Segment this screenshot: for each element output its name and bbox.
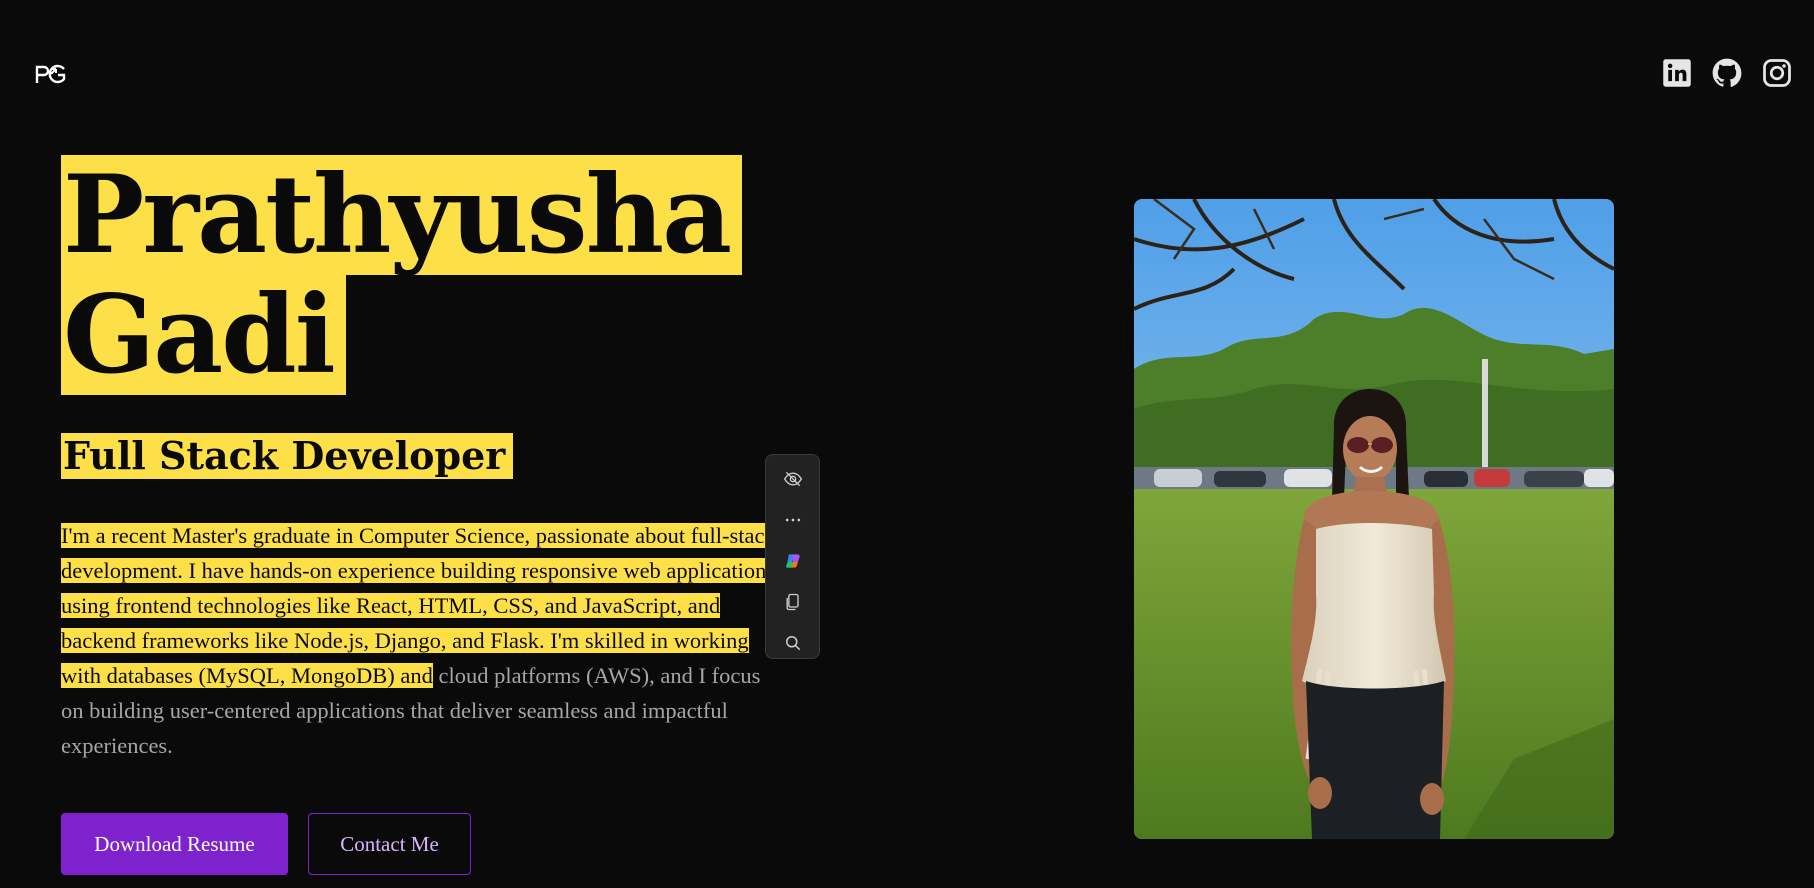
search-button[interactable] (779, 629, 807, 657)
instagram-link[interactable] (1761, 57, 1793, 89)
copilot-icon (783, 551, 803, 571)
logo-mark (35, 64, 66, 84)
selection-toolbar (765, 454, 820, 659)
more-options-button[interactable] (779, 506, 807, 534)
more-icon (783, 510, 803, 530)
search-icon (783, 633, 803, 653)
copilot-button[interactable] (779, 547, 807, 575)
cta-buttons: Download Resume Contact Me (61, 813, 471, 875)
last-name: Gadi (61, 275, 346, 395)
hide-toolbar-button[interactable] (779, 465, 807, 493)
instagram-icon (1762, 58, 1792, 88)
linkedin-link[interactable] (1661, 57, 1693, 89)
copy-icon (783, 592, 803, 612)
contact-me-button[interactable]: Contact Me (308, 813, 471, 875)
logo[interactable] (35, 62, 67, 86)
first-name: Prathyusha (61, 155, 743, 275)
hero-name: Prathyusha Gadi (61, 155, 743, 395)
role-title: Full Stack Developer (61, 433, 514, 479)
github-icon (1712, 58, 1742, 88)
eye-off-icon (783, 469, 803, 489)
bio-paragraph: I'm a recent Master's graduate in Comput… (61, 518, 781, 763)
download-resume-button[interactable]: Download Resume (61, 813, 288, 875)
github-link[interactable] (1711, 57, 1743, 89)
copy-button[interactable] (779, 588, 807, 616)
linkedin-icon (1662, 58, 1692, 88)
profile-photo (1134, 199, 1614, 839)
